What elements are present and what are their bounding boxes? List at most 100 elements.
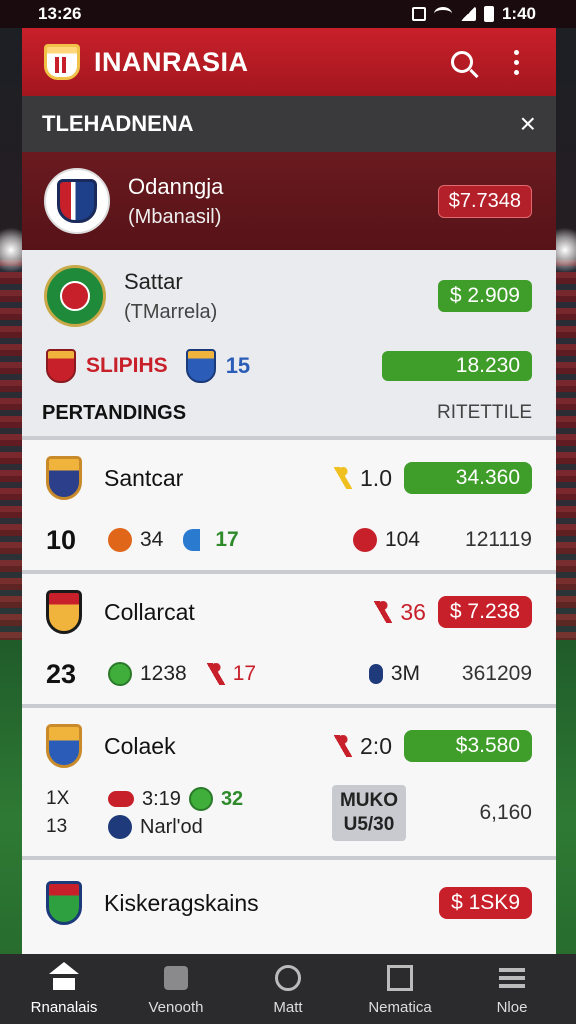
slips-count: 15 [225, 353, 251, 378]
stat-value: 17 [232, 662, 257, 685]
mascot-icon [183, 529, 208, 551]
slips-row[interactable]: SLIPIHS 15 18.230 [22, 342, 556, 390]
badge-icon [352, 528, 377, 552]
app-logo [44, 44, 80, 80]
news-icon [385, 963, 415, 993]
close-icon[interactable]: × [520, 108, 536, 140]
score: 36 [374, 599, 426, 626]
mid-stat: 104 [352, 528, 420, 552]
battery-icon [483, 6, 494, 22]
standings-header: PERTANDINGS RITETTILE [22, 390, 556, 436]
team-shield-icon [46, 456, 82, 500]
odds-badge[interactable]: 34.360 [404, 462, 532, 494]
player-icon [334, 735, 353, 757]
standings-title: PERTANDINGS [42, 401, 187, 424]
nav-item-video[interactable]: Venooth [126, 963, 226, 1016]
score-value: 2:0 [360, 732, 392, 759]
match-summary-row[interactable]: Sattar (TMarrela) $ 2.909 [22, 250, 556, 342]
info-box: MUKO U5/30 [331, 785, 406, 841]
section-band: TLEHADNENA × [22, 96, 556, 152]
match-card: Sattar (TMarrela) $ 2.909 SLIPIHS 15 18.… [22, 250, 556, 436]
featured-team-row[interactable]: Odanngja (Mbanasil) $7.7348 [22, 152, 556, 250]
nav-label: Matt [273, 998, 303, 1016]
nav-item-match[interactable]: Matt [238, 963, 338, 1016]
match-price-badge[interactable]: $ 2.909 [437, 280, 532, 312]
heart-icon [108, 791, 134, 807]
stat-value: 17 [215, 528, 239, 551]
odds-badge[interactable]: $ 1SK9 [439, 887, 532, 919]
row-right-number: 121119 [465, 528, 532, 551]
featured-price-badge[interactable]: $7.7348 [437, 184, 532, 218]
nav-item-news[interactable]: Nematica [350, 963, 450, 1016]
rank-stack: 1X 13 [46, 785, 108, 841]
team-name: Santcar [104, 464, 184, 491]
stat-stack: 3:19 32 Narl'od [108, 787, 243, 839]
alarm-icon [411, 7, 426, 21]
list-item[interactable]: Collarcat 36 $ 7.238 23 1238 17 3M 36120… [22, 570, 556, 704]
info-box-bottom: U5/30 [343, 814, 395, 835]
team-shield-icon [46, 349, 76, 383]
slips-value-bar[interactable]: 18.230 [382, 351, 532, 381]
team-shield-icon [46, 590, 82, 634]
list-item[interactable]: Santcar 1.0 34.360 10 34 17 104 121119 [22, 436, 556, 570]
right-floodlight [554, 220, 576, 280]
player-icon [374, 601, 393, 623]
stat-value: 1238 [140, 662, 187, 685]
status-time: 13:26 [38, 4, 82, 23]
nav-label: Nloe [496, 998, 528, 1016]
nav-label: Nematica [368, 998, 432, 1016]
signal-icon [459, 7, 476, 21]
app-panel: INANRASIA TLEHADNENA × Odanngja (Mbanasi… [22, 28, 556, 954]
bottom-navigation: Rnanalais Venooth Matt Nematica Nloe [0, 954, 576, 1024]
team-shield-icon [185, 349, 216, 383]
app-title: INANRASIA [94, 46, 249, 77]
section-title: TLEHADNENA [42, 111, 194, 136]
player-icon [206, 663, 225, 685]
featured-team-sub: (Mbanasil) [128, 205, 222, 228]
nav-label: Rnanalais [30, 998, 98, 1016]
team-crest [44, 265, 106, 327]
right-stands [554, 260, 576, 640]
team-shield-icon [46, 881, 82, 925]
ball-icon [188, 787, 213, 811]
status-icons: 1:40 [411, 4, 536, 24]
status-time-right: 1:40 [501, 4, 536, 23]
nav-label: Venooth [148, 998, 204, 1016]
score: 1.0 [334, 465, 392, 492]
team-name: Collarcat [104, 598, 195, 625]
rank-top: 1X [46, 788, 70, 809]
stat: 1238 [108, 662, 187, 686]
club-badge-icon [108, 815, 132, 839]
status-bar: 13:26 1:40 [0, 0, 576, 28]
stat-value: 3:19 [142, 787, 181, 810]
rank-number: 23 [46, 658, 77, 689]
player-icon [334, 467, 353, 489]
app-header: INANRASIA [22, 28, 556, 96]
odds-badge[interactable]: $3.580 [404, 730, 532, 762]
more-vert-icon [513, 49, 519, 75]
nav-item-more[interactable]: Nloe [462, 963, 562, 1016]
match-icon [273, 963, 303, 993]
team-shield-icon [46, 724, 82, 768]
team-name: Colaek [104, 732, 176, 759]
stat-text: Narl'od [140, 815, 203, 838]
search-button[interactable] [442, 42, 482, 82]
list-item[interactable]: Colaek 2:0 $3.580 1X 13 3:19 32 Narl'od … [22, 704, 556, 856]
list-item[interactable]: Kiskeragskains $ 1SK9 [22, 856, 556, 954]
score-value: 36 [400, 598, 426, 625]
nav-item-home[interactable]: Rnanalais [14, 961, 114, 1016]
slips-label: SLIPIHS [86, 354, 168, 377]
rank-number: 10 [46, 524, 77, 555]
left-stands [0, 260, 22, 640]
wifi-icon [433, 7, 452, 21]
score: 2:0 [334, 733, 392, 760]
overflow-menu-button[interactable] [496, 42, 536, 82]
standings-right-label[interactable]: RITETTILE [437, 402, 532, 424]
home-icon [49, 961, 79, 993]
mid-stat-value: 3M [390, 662, 420, 685]
odds-badge[interactable]: $ 7.238 [437, 596, 532, 628]
left-floodlight [0, 220, 22, 280]
stat: 17 [183, 528, 239, 552]
featured-team-name: Odanngja [128, 173, 224, 199]
search-icon [451, 51, 473, 73]
